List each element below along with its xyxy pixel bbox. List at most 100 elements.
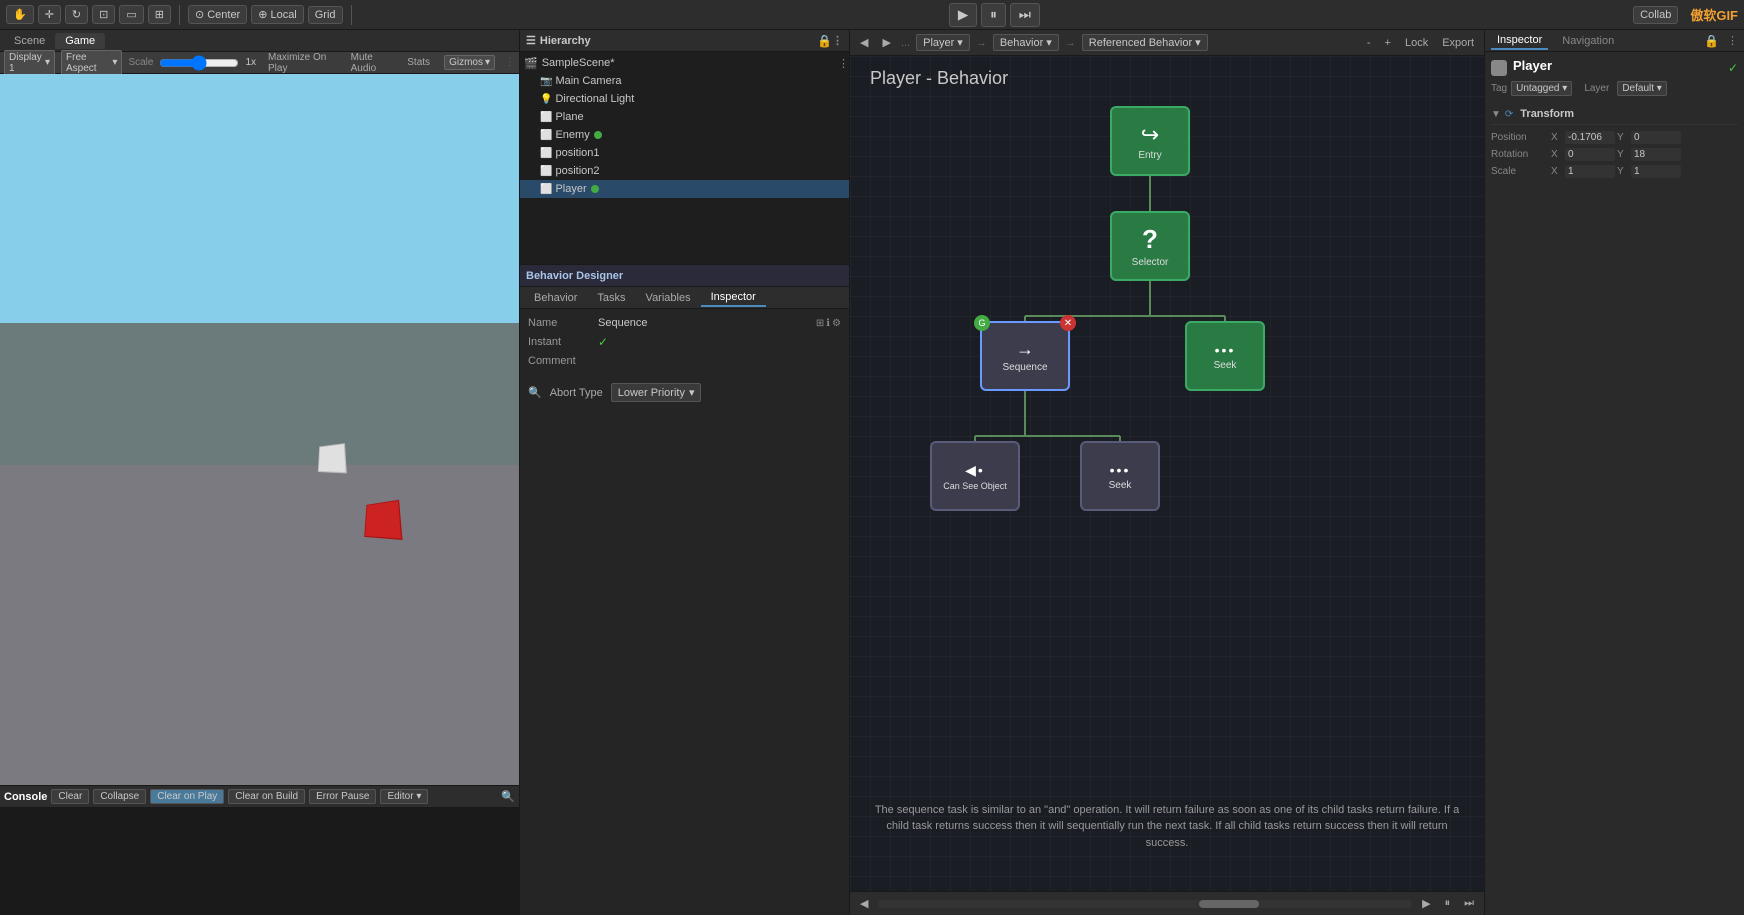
lock-button[interactable]: Lock bbox=[1401, 35, 1432, 51]
aspect-dropdown[interactable]: Free Aspect ▾ bbox=[61, 50, 122, 76]
pause-small-button[interactable]: ⏸ bbox=[1441, 895, 1455, 912]
transform-tool[interactable]: ⊞ bbox=[148, 5, 171, 24]
sequence-node[interactable]: G → Sequence ✕ bbox=[980, 321, 1070, 391]
hierarchy-item-player[interactable]: ⬜ Player bbox=[520, 180, 849, 198]
inspector-content: Player ✓ Tag Untagged ▾ Layer Default ▾ bbox=[1485, 52, 1744, 188]
step-small-button[interactable]: ⏭ bbox=[1460, 895, 1478, 912]
hierarchy-item[interactable]: ⬜ Enemy bbox=[520, 126, 849, 144]
hierarchy-scene[interactable]: 🎬 SampleScene* ⋮ bbox=[520, 54, 849, 72]
object-icon: ⬜ bbox=[540, 148, 552, 159]
scale-slider[interactable] bbox=[159, 55, 239, 71]
bd-instant-field: Instant ✓ bbox=[528, 335, 841, 349]
inspector-menu[interactable]: ⋮ bbox=[1727, 34, 1738, 47]
seek-bottom-node[interactable]: ••• Seek bbox=[1080, 441, 1160, 511]
game-view: Scene Game Display 1 ▾ Free Aspect ▾ Sca… bbox=[0, 30, 519, 785]
space-dropdown[interactable]: ⊕ Local bbox=[251, 5, 304, 24]
bd-tab-behavior[interactable]: Behavior bbox=[524, 290, 587, 306]
entry-node[interactable]: ↪ Entry bbox=[1110, 106, 1190, 176]
hierarchy-item[interactable]: ⬜ position2 bbox=[520, 162, 849, 180]
minus-button[interactable]: - bbox=[1363, 35, 1375, 51]
clear-button[interactable]: Clear bbox=[51, 789, 89, 804]
error-pause-button[interactable]: Error Pause bbox=[309, 789, 376, 804]
rotate-tool[interactable]: ↻ bbox=[65, 5, 88, 24]
hierarchy-panel: ☰ Hierarchy 🔒 ⋮ 🎬 SampleScene* ⋮ 📷 Main … bbox=[520, 30, 849, 265]
pivot-dropdown[interactable]: ⊙ Center bbox=[188, 5, 247, 24]
pause-button[interactable]: ⏸ bbox=[981, 3, 1006, 27]
expand-icon[interactable]: ▼ bbox=[1491, 109, 1501, 120]
search-icon: 🔍 bbox=[528, 386, 542, 399]
forward-button[interactable]: ▶ bbox=[878, 34, 894, 51]
hierarchy-item[interactable]: ⬜ Plane bbox=[520, 108, 849, 126]
inspector-tab[interactable]: Inspector bbox=[1491, 32, 1548, 50]
g-badge: G bbox=[974, 315, 990, 331]
bd-comment-field: Comment bbox=[528, 355, 841, 367]
bd-tab-variables[interactable]: Variables bbox=[636, 290, 701, 306]
player-dropdown[interactable]: Player ▾ bbox=[916, 34, 970, 51]
display-dropdown[interactable]: Display 1 ▾ bbox=[4, 50, 55, 76]
export-button[interactable]: Export bbox=[1438, 35, 1478, 51]
chevron-down-icon: ▾ bbox=[1562, 83, 1567, 94]
green-dot bbox=[591, 185, 599, 193]
can-see-node[interactable]: ◀• Can See Object bbox=[930, 441, 1020, 511]
chevron-down-icon: ▾ bbox=[1046, 36, 1052, 49]
plus-button[interactable]: + bbox=[1381, 35, 1395, 51]
tag-dropdown[interactable]: Untagged ▾ bbox=[1511, 81, 1572, 96]
rect-tool[interactable]: ▭ bbox=[119, 5, 143, 24]
middle-area: ☰ Hierarchy 🔒 ⋮ 🎬 SampleScene* ⋮ 📷 Main … bbox=[520, 30, 850, 915]
hierarchy-icon: ☰ bbox=[526, 34, 536, 47]
scene-menu[interactable]: ⋮ bbox=[838, 57, 849, 70]
menu-dots[interactable]: ⋮ bbox=[505, 57, 515, 68]
game-tab[interactable]: Game bbox=[55, 33, 105, 49]
step-button[interactable]: ⏭ bbox=[1010, 3, 1040, 27]
gear-icon[interactable]: ⚙ bbox=[832, 318, 841, 329]
behavior-dropdown[interactable]: Behavior ▾ bbox=[993, 34, 1059, 51]
clear-on-build-button[interactable]: Clear on Build bbox=[228, 789, 305, 804]
bd-header: Behavior Designer bbox=[520, 265, 849, 287]
graph-title: Player - Behavior bbox=[870, 68, 1008, 89]
hand-tool[interactable]: ✋ bbox=[6, 5, 34, 24]
scale-tool[interactable]: ⊡ bbox=[92, 5, 115, 24]
prev-button[interactable]: ◀ bbox=[856, 895, 872, 912]
layer-dropdown[interactable]: Default ▾ bbox=[1617, 81, 1667, 96]
bd-tab-tasks[interactable]: Tasks bbox=[587, 290, 635, 306]
clear-on-play-button[interactable]: Clear on Play bbox=[150, 789, 224, 804]
hierarchy-item[interactable]: ⬜ position1 bbox=[520, 144, 849, 162]
main-layout: Scene Game Display 1 ▾ Free Aspect ▾ Sca… bbox=[0, 30, 1744, 915]
referenced-dropdown[interactable]: Referenced Behavior ▾ bbox=[1082, 34, 1208, 51]
bg-canvas[interactable]: Player - Behavior bbox=[850, 56, 1484, 891]
grid-dropdown[interactable]: Grid bbox=[308, 6, 343, 24]
info-icon[interactable]: ℹ bbox=[826, 318, 830, 329]
navigation-tab[interactable]: Navigation bbox=[1556, 33, 1620, 49]
copy-icon[interactable]: ⊞ bbox=[816, 318, 824, 329]
scene-tab[interactable]: Scene bbox=[4, 33, 55, 49]
active-checkbox[interactable]: ✓ bbox=[1728, 61, 1738, 75]
seek-right-node[interactable]: ••• Seek bbox=[1185, 321, 1265, 391]
back-button[interactable]: ◀ bbox=[856, 34, 872, 51]
tag-row: Tag Untagged ▾ Layer Default ▾ bbox=[1491, 81, 1738, 96]
seek-bottom-icon: ••• bbox=[1110, 462, 1131, 478]
collab-button[interactable]: Collab bbox=[1633, 6, 1678, 24]
seek-icon: ••• bbox=[1215, 342, 1236, 358]
collapse-button[interactable]: Collapse bbox=[93, 789, 146, 804]
selector-node[interactable]: ? Selector bbox=[1110, 211, 1190, 281]
green-dot bbox=[594, 131, 602, 139]
horizontal-scrollbar[interactable] bbox=[878, 900, 1412, 908]
pivot-icon: ⊙ bbox=[195, 8, 204, 21]
move-tool[interactable]: ✛ bbox=[38, 5, 61, 24]
chevron-down-icon: ▾ bbox=[1195, 36, 1201, 49]
bd-tab-inspector[interactable]: Inspector bbox=[701, 289, 766, 307]
play-button[interactable]: ▶ bbox=[949, 3, 977, 27]
hierarchy-menu[interactable]: ⋮ bbox=[832, 34, 843, 47]
player-icon: ⬜ bbox=[540, 184, 552, 195]
component-header: ▼ ⟳ Transform bbox=[1491, 104, 1738, 125]
bd-name-field: Name Sequence ⊞ ℹ ⚙ bbox=[528, 317, 841, 329]
abort-type-dropdown[interactable]: Lower Priority ▾ bbox=[611, 383, 702, 402]
hierarchy-item[interactable]: 📷 Main Camera bbox=[520, 72, 849, 90]
editor-dropdown[interactable]: Editor ▾ bbox=[380, 789, 428, 804]
console-title: Console bbox=[4, 791, 47, 803]
gizmos-dropdown[interactable]: Gizmos ▾ bbox=[444, 55, 495, 70]
abort-section: 🔍 Abort Type Lower Priority ▾ bbox=[528, 383, 841, 402]
hierarchy-item[interactable]: 💡 Directional Light bbox=[520, 90, 849, 108]
play-small-button[interactable]: ▶ bbox=[1418, 895, 1434, 912]
arrow-icon: → bbox=[976, 37, 987, 49]
